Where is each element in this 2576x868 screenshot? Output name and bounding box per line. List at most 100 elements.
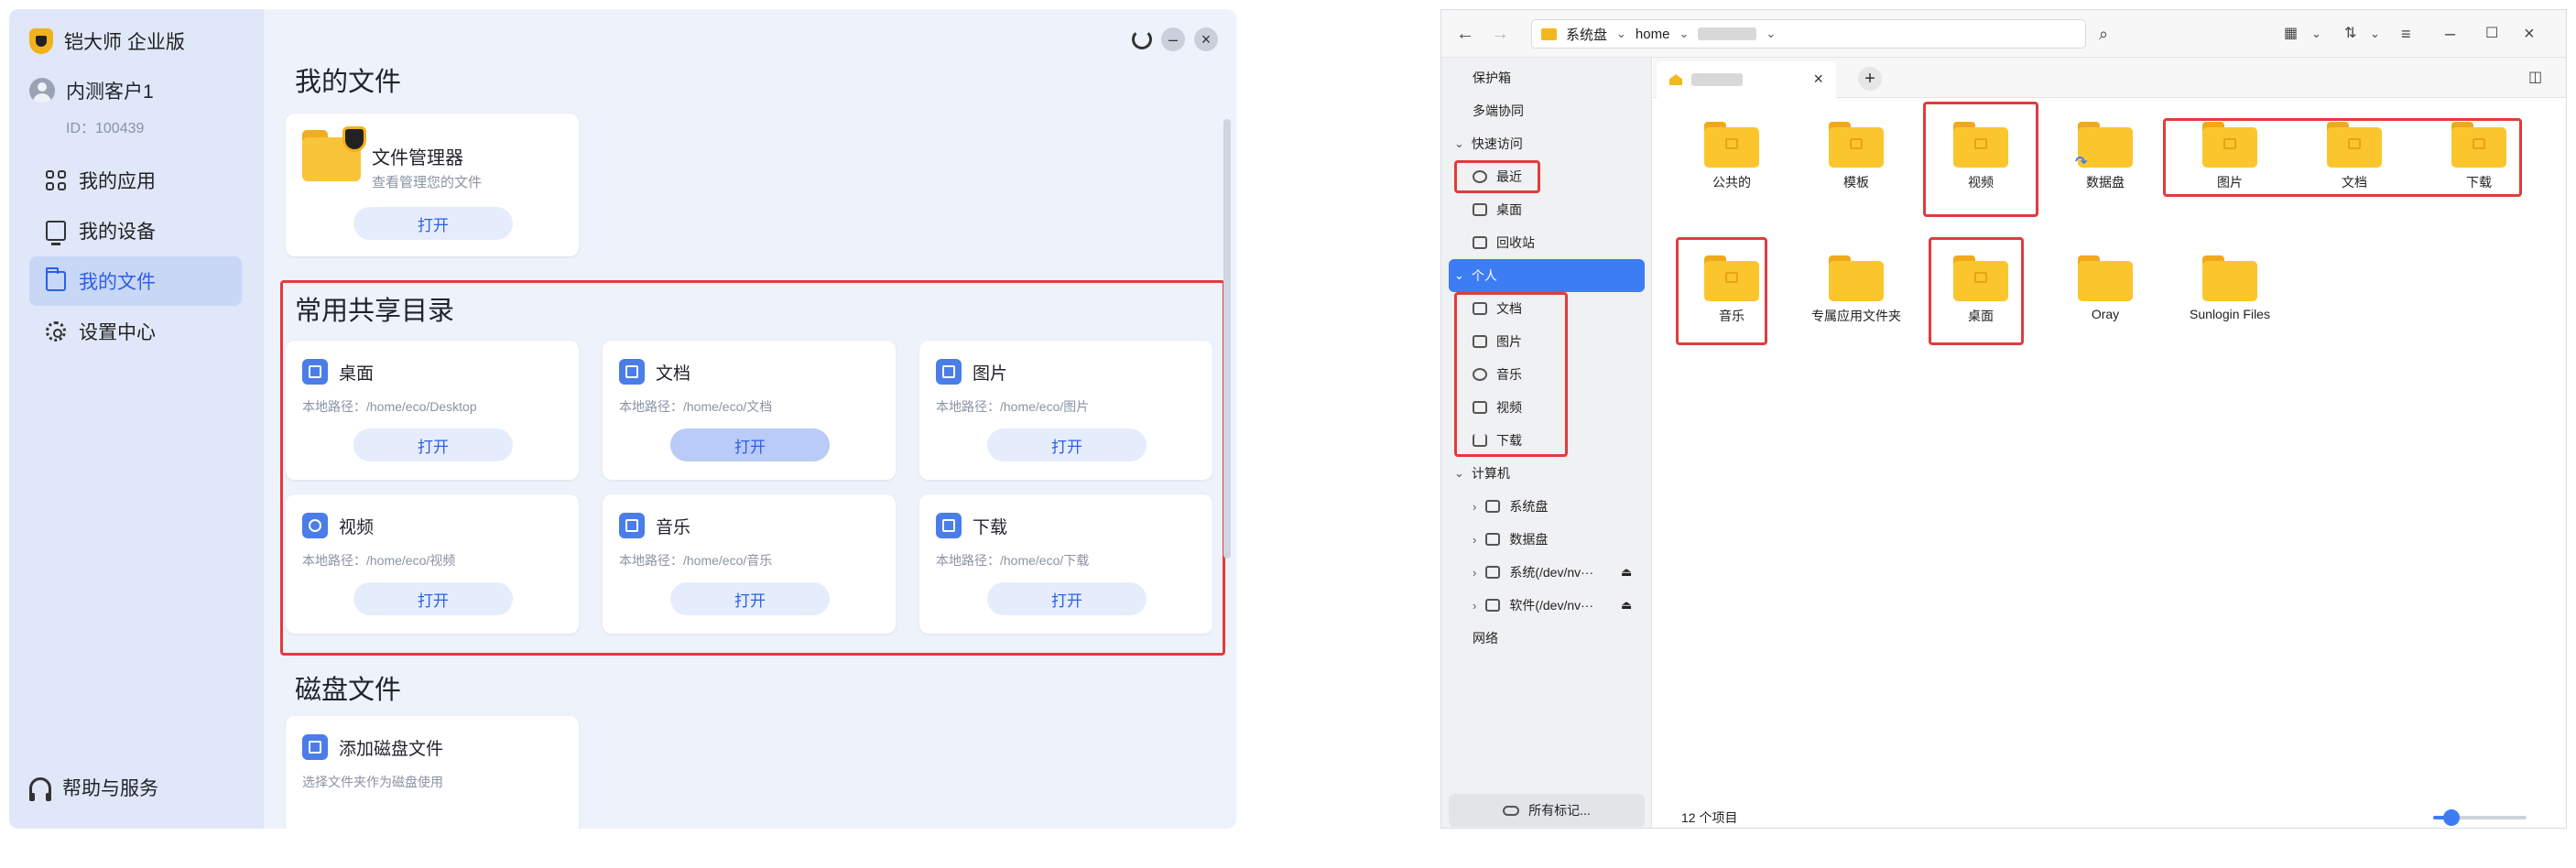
- nav-item-label: 我的应用: [79, 171, 156, 192]
- disk-icon: [1485, 599, 1501, 612]
- avatar[interactable]: [29, 78, 55, 103]
- sidebar-item-music[interactable]: 音乐: [1441, 358, 1652, 391]
- sidebar-group-computer[interactable]: ⌄ 计算机: [1441, 457, 1652, 490]
- minimize-button[interactable]: –: [1161, 27, 1185, 51]
- new-tab-button[interactable]: +: [1858, 67, 1882, 91]
- folder-documents[interactable]: 文档: [2295, 118, 2414, 210]
- shared-card-title: 桌面: [339, 363, 375, 384]
- search-icon[interactable]: ⌕: [2099, 23, 2108, 45]
- menu-icon[interactable]: ≡: [2401, 23, 2411, 45]
- chevron-down-icon[interactable]: ⌄: [1679, 27, 1689, 41]
- folder-sunlogin-files[interactable]: Sunlogin Files: [2170, 252, 2289, 343]
- folder-label: 数据盘: [2086, 175, 2125, 190]
- sidebar-group-quick-access[interactable]: ⌄ 快速访问: [1441, 127, 1652, 160]
- chevron-down-icon: ⌄: [1454, 136, 1464, 150]
- close-icon[interactable]: ×: [2524, 23, 2535, 45]
- folder-app-exclusive[interactable]: 专属应用文件夹: [1797, 252, 1916, 343]
- folder-downloads[interactable]: 下载: [2419, 118, 2538, 210]
- chevron-down-icon[interactable]: ⌄: [1766, 27, 1776, 41]
- chevron-down-icon[interactable]: ⌄: [1616, 27, 1626, 41]
- maximize-icon[interactable]: ☐: [2485, 23, 2498, 45]
- sidebar-item-network[interactable]: 网络: [1441, 622, 1652, 655]
- folder-public[interactable]: 公共的: [1672, 118, 1791, 210]
- sort-icon[interactable]: ⇅: [2344, 23, 2356, 45]
- shared-card-videos: 视频 本地路径：/home/eco/视频 打开: [286, 494, 579, 634]
- sidebar-item-pictures[interactable]: 图片: [1441, 325, 1652, 358]
- open-videos-button[interactable]: 打开: [353, 582, 513, 615]
- sidebar-item-multi-device[interactable]: 多端协同: [1441, 94, 1652, 127]
- sidebar-item-vault[interactable]: 保护箱: [1441, 61, 1652, 94]
- file-manager-icon: [302, 126, 366, 181]
- sidebar-item-label: 系统(/dev/nv···: [1509, 565, 1594, 580]
- open-pictures-button[interactable]: 打开: [987, 429, 1147, 461]
- minimize-icon[interactable]: –: [2445, 23, 2455, 45]
- grid-view-icon[interactable]: ▦: [2284, 23, 2298, 45]
- shared-card-pictures: 图片 本地路径：/home/eco/图片 打开: [919, 341, 1212, 480]
- user-info: 内测客户1 ID：100439: [29, 77, 154, 137]
- content-scrollbar[interactable]: [1223, 119, 1231, 559]
- nav-item-files[interactable]: 我的文件: [29, 256, 242, 306]
- sidebar-item-system-partition[interactable]: › 系统(/dev/nv··· ⏏: [1441, 556, 1652, 589]
- enterprise-app-window: 铠大师 企业版 内测客户1 ID：100439 我的应用 我的设备 我的文件 设…: [9, 9, 1236, 829]
- sidebar-item-trash[interactable]: 回收站: [1441, 226, 1652, 259]
- nav-item-settings[interactable]: 设置中心: [29, 307, 242, 356]
- shared-card-documents: 文档 本地路径：/home/eco/文档 打开: [603, 341, 896, 480]
- tab-home[interactable]: ×: [1657, 61, 1836, 98]
- open-downloads-button[interactable]: 打开: [987, 582, 1147, 615]
- sidebar-item-recent[interactable]: 最近: [1441, 160, 1652, 193]
- shared-dirs-title: 常用共享目录: [295, 297, 455, 326]
- close-tab-icon[interactable]: ×: [1813, 70, 1823, 89]
- split-view-icon[interactable]: ◫: [2528, 67, 2542, 89]
- folder-desktop[interactable]: 桌面: [1921, 252, 2040, 343]
- nav-item-apps[interactable]: 我的应用: [29, 156, 242, 205]
- folder-data-disk[interactable]: ↷ 数据盘: [2046, 118, 2165, 210]
- main-nav: 我的应用 我的设备 我的文件 设置中心: [29, 156, 242, 357]
- sidebar-item-documents[interactable]: 文档: [1441, 292, 1652, 325]
- disk-files-title: 磁盘文件: [295, 676, 402, 705]
- sidebar-item-downloads[interactable]: 下载: [1441, 424, 1652, 457]
- address-home[interactable]: home: [1636, 27, 1670, 42]
- sidebar-item-data-disk[interactable]: › 数据盘: [1441, 523, 1652, 556]
- open-music-button[interactable]: 打开: [670, 582, 830, 615]
- music-icon: [619, 513, 645, 538]
- nav-item-devices[interactable]: 我的设备: [29, 206, 242, 255]
- sidebar-item-videos[interactable]: 视频: [1441, 391, 1652, 424]
- chevron-right-icon: ›: [1473, 565, 1477, 580]
- chevron-down-icon[interactable]: ⌄: [2370, 23, 2380, 45]
- open-file-manager-button[interactable]: 打开: [353, 207, 513, 240]
- folder-pictures[interactable]: 图片: [2170, 118, 2289, 210]
- folder-oray[interactable]: Oray: [2046, 252, 2165, 343]
- chevron-down-icon[interactable]: ⌄: [2311, 23, 2321, 45]
- sidebar-item-label: 网络: [1473, 631, 1498, 646]
- eject-icon[interactable]: ⏏: [1621, 598, 1632, 613]
- address-root[interactable]: 系统盘: [1566, 25, 1607, 44]
- folder-templates[interactable]: 模板: [1797, 118, 1916, 210]
- folder-videos[interactable]: 视频: [1921, 118, 2040, 210]
- shield-logo-icon: [29, 28, 53, 54]
- sidebar-item-desktop[interactable]: 桌面: [1441, 193, 1652, 226]
- shared-card-desktop: 桌面 本地路径：/home/eco/Desktop 打开: [286, 341, 579, 480]
- folder-label: 专属应用文件夹: [1811, 309, 1901, 323]
- sidebar-item-system-disk[interactable]: › 系统盘: [1441, 490, 1652, 523]
- forward-icon[interactable]: →: [1491, 23, 1509, 45]
- device-icon: [46, 221, 66, 245]
- blurred-username: [1698, 27, 1757, 40]
- close-button[interactable]: ×: [1194, 27, 1218, 51]
- refresh-icon[interactable]: [1132, 29, 1152, 49]
- back-icon[interactable]: ←: [1456, 23, 1474, 45]
- all-tags-button[interactable]: 所有标记...: [1449, 794, 1645, 827]
- help-link[interactable]: 帮助与服务: [29, 774, 158, 801]
- open-desktop-button[interactable]: 打开: [353, 429, 513, 461]
- eject-icon[interactable]: ⏏: [1621, 565, 1632, 580]
- folder-music[interactable]: 音乐: [1672, 252, 1791, 343]
- open-documents-button[interactable]: 打开: [670, 429, 830, 461]
- tag-icon: [1503, 805, 1520, 816]
- disk-icon: [302, 734, 328, 760]
- address-bar[interactable]: 系统盘 ⌄ home ⌄ ⌄: [1531, 19, 2086, 49]
- add-disk-card[interactable]: 添加磁盘文件 选择文件夹作为磁盘使用: [286, 716, 579, 829]
- zoom-slider[interactable]: [2433, 809, 2527, 826]
- sidebar-item-software-partition[interactable]: › 软件(/dev/nv··· ⏏: [1441, 589, 1652, 622]
- zoom-handle[interactable]: [2443, 809, 2461, 826]
- sidebar-item-label: 软件(/dev/nv···: [1509, 598, 1594, 613]
- sidebar-group-personal[interactable]: ⌄ 个人: [1449, 259, 1645, 292]
